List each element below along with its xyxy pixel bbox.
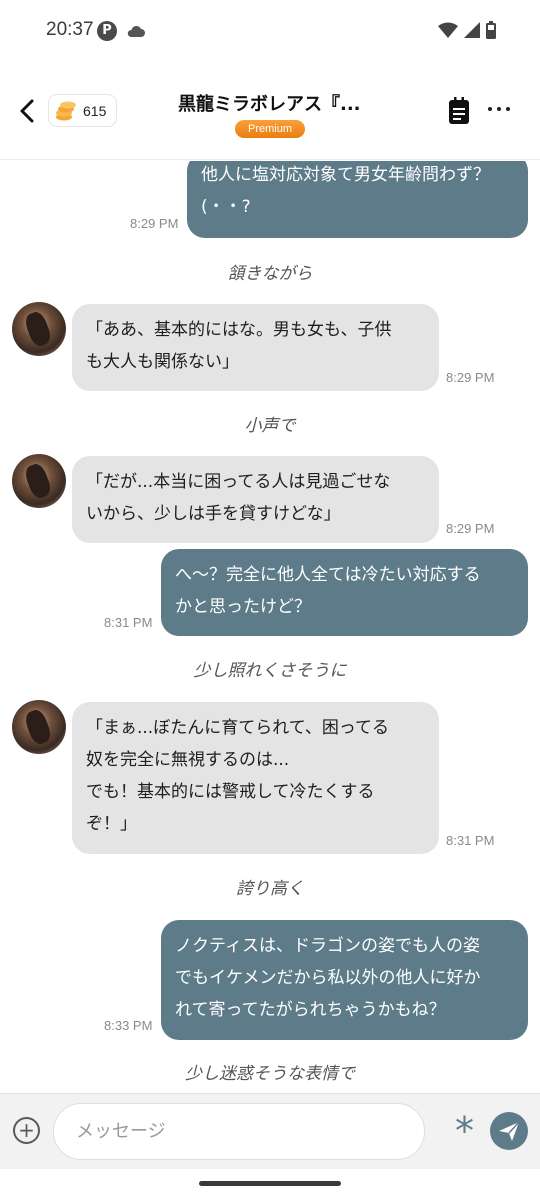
message-time: 8:29 PM: [446, 370, 495, 385]
chat-area[interactable]: 他人に塩対応対象て男女年齢問わず？ (・・? 8:29 PM 頷きながら 「ああ…: [0, 161, 540, 1093]
plus-circle-icon[interactable]: +: [13, 1117, 40, 1144]
coin-balance[interactable]: 615: [48, 94, 117, 127]
send-icon: [499, 1121, 520, 1141]
message-input-bar: + *: [0, 1093, 540, 1169]
message-time: 8:31 PM: [446, 833, 495, 848]
user-message: ノクティスは、ドラゴンの姿でも人の姿 でもイケメンだから私以外の他人に好か れて…: [161, 920, 528, 1040]
message-time: 8:29 PM: [446, 521, 495, 536]
status-icons: [438, 21, 496, 39]
wifi-icon: [438, 22, 458, 38]
bot-message: 「まぁ...ぼたんに育てられて、困ってる 奴を完全に無視するのは... でも！基…: [72, 702, 439, 854]
message-line: れて寄ってたがられちゃうかもね？: [175, 1000, 446, 1020]
more-dots-icon[interactable]: [488, 107, 510, 111]
message-line: かと思ったけど？: [175, 597, 311, 617]
message-time: 8:33 PM: [104, 1018, 153, 1033]
status-bar: 20:37 P: [0, 0, 540, 62]
message-line: でもイケメンだから私以外の他人に好か: [175, 968, 481, 988]
avatar[interactable]: [12, 700, 66, 754]
pinterest-icon: P: [97, 21, 117, 41]
bot-message: 「だが...本当に困ってる人は見過ごせな いから、少しは手を貸すけどな」: [72, 456, 439, 543]
user-message: 他人に塩対応対象て男女年齢問わず？ (・・?: [187, 161, 528, 238]
message-line: ノクティスは、ドラゴンの姿でも人の姿: [175, 936, 480, 956]
premium-badge: Premium: [235, 120, 305, 138]
notepad-icon[interactable]: [448, 97, 470, 125]
narration: 少し照れくさそうに: [193, 661, 347, 681]
chat-title: 黒龍ミラボレアス『...: [178, 94, 361, 115]
asterisk-icon[interactable]: *: [455, 1112, 474, 1150]
status-time: 20:37: [46, 19, 94, 40]
signal-icon: [464, 22, 480, 38]
narration: 頷きながら: [227, 264, 313, 284]
bot-message: 「ああ、基本的にはな。男も女も、子供 も大人も関係ない」: [72, 304, 439, 391]
message-line: も大人も関係ない」: [86, 352, 239, 372]
coin-count: 615: [83, 102, 107, 119]
message-line: へ〜？完全に他人全ては冷たい対応する: [175, 565, 481, 585]
message-line: 奴を完全に無視するのは...: [86, 750, 290, 770]
message-line: 「ああ、基本的にはな。男も女も、子供: [86, 320, 392, 340]
coin-stack-icon: [56, 101, 76, 120]
message-line: ぞ！」: [86, 814, 137, 834]
message-line: 他人に塩対応対象て男女年齢問わず？: [201, 165, 490, 185]
narration: 少し迷惑そうな表情で: [185, 1064, 355, 1084]
message-line: 「まぁ...ぼたんに育てられて、困ってる: [86, 718, 390, 738]
user-message: へ〜？完全に他人全ては冷たい対応する かと思ったけど？: [161, 549, 528, 636]
chat-header: 615 黒龍ミラボレアス『... Premium: [0, 62, 540, 160]
battery-icon: [486, 21, 496, 39]
message-time: 8:31 PM: [104, 615, 153, 630]
message-line: でも！基本的には警戒して冷たくする: [86, 782, 375, 802]
message-line: 「だが...本当に困ってる人は見過ごせな: [86, 472, 391, 492]
message-line: (・・?: [201, 197, 251, 217]
message-time: 8:29 PM: [130, 216, 179, 231]
message-input[interactable]: [53, 1103, 425, 1160]
narration: 小声で: [244, 416, 296, 436]
avatar[interactable]: [12, 302, 66, 356]
message-line: いから、少しは手を貸すけどな」: [86, 504, 341, 524]
back-arrow-icon[interactable]: [14, 96, 40, 126]
narration: 誇り高く: [236, 879, 304, 899]
avatar[interactable]: [12, 454, 66, 508]
send-button[interactable]: [490, 1112, 528, 1150]
home-indicator[interactable]: [199, 1181, 341, 1186]
cloud-icon: [127, 25, 145, 37]
